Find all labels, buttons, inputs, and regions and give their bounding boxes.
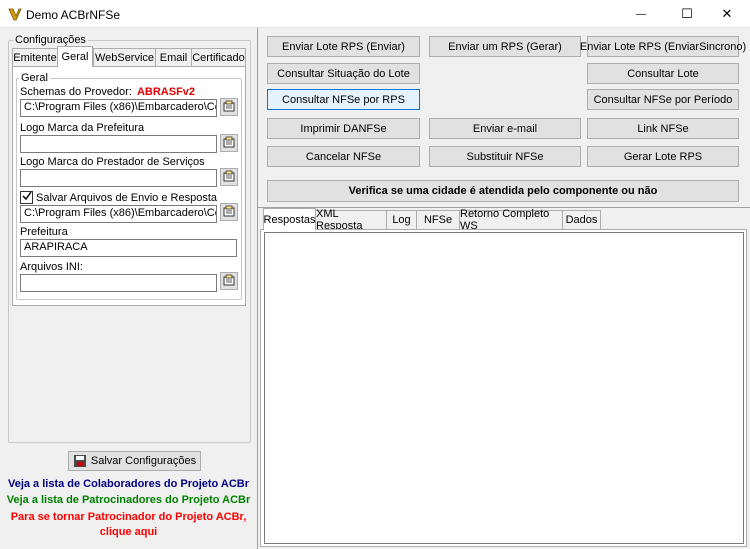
arquivos-ini-input[interactable] bbox=[20, 274, 217, 292]
tab-xml-resposta[interactable]: XML Resposta bbox=[315, 208, 387, 232]
save-config-button[interactable]: Salvar Configurações bbox=[68, 451, 201, 471]
tab-webservice[interactable]: WebService bbox=[93, 48, 156, 66]
tab-email[interactable]: Email bbox=[155, 48, 192, 66]
prefeitura-label: Prefeitura bbox=[20, 226, 68, 238]
imprimir-danfse-button[interactable]: Imprimir DANFSe bbox=[267, 118, 420, 139]
folder-icon bbox=[223, 170, 235, 185]
close-icon: ✕ bbox=[721, 6, 733, 21]
maximize-icon: ☐ bbox=[681, 6, 693, 21]
save-icon bbox=[73, 454, 87, 468]
tab-emitente[interactable]: Emitente bbox=[12, 48, 58, 66]
link-nfse-button[interactable]: Link NFSe bbox=[587, 118, 739, 139]
close-button[interactable]: ✕ bbox=[704, 0, 750, 28]
logo-prefeitura-label: Logo Marca da Prefeitura bbox=[20, 122, 145, 134]
title-bar: Demo ACBrNFSe — ☐ ✕ bbox=[0, 0, 750, 28]
enviar-lote-rps-button[interactable]: Enviar Lote RPS (Enviar) bbox=[267, 36, 420, 57]
gerar-lote-rps-button[interactable]: Gerar Lote RPS bbox=[587, 146, 739, 167]
verifica-cidade-button[interactable]: Verifica se uma cidade é atendida pelo c… bbox=[267, 180, 739, 202]
checkmark-icon bbox=[21, 191, 32, 204]
provider-name: ABRASFv2 bbox=[136, 86, 196, 98]
tab-nfse[interactable]: NFSe bbox=[416, 210, 460, 229]
consultar-nfse-periodo-button[interactable]: Consultar NFSe por Período bbox=[587, 89, 739, 110]
patrocinadores-link[interactable]: Veja a lista de Patrocinadores do Projet… bbox=[0, 494, 257, 506]
prefeitura-input[interactable]: ARAPIRACA bbox=[20, 239, 237, 257]
folder-icon bbox=[223, 100, 235, 115]
tab-geral[interactable]: Geral bbox=[57, 46, 93, 67]
enviar-email-button[interactable]: Enviar e-mail bbox=[429, 118, 581, 139]
enviar-um-rps-button[interactable]: Enviar um RPS (Gerar) bbox=[429, 36, 581, 57]
arquivos-ini-browse-button[interactable] bbox=[220, 272, 238, 290]
tab-log[interactable]: Log bbox=[386, 210, 417, 229]
window-title: Demo ACBrNFSe bbox=[26, 8, 121, 22]
geral-group-label: Geral bbox=[19, 72, 50, 84]
panel-splitter bbox=[257, 28, 258, 549]
tab-respostas[interactable]: Respostas bbox=[263, 208, 316, 230]
folder-icon bbox=[223, 205, 235, 220]
logo-prestador-browse-button[interactable] bbox=[220, 168, 238, 186]
logo-prefeitura-browse-button[interactable] bbox=[220, 134, 238, 152]
salvar-path-browse-button[interactable] bbox=[220, 203, 238, 221]
salvar-path-input[interactable]: C:\Program Files (x86)\Embarcadero\Compo… bbox=[20, 205, 217, 223]
schemas-path-input[interactable]: C:\Program Files (x86)\Embarcadero\Compo… bbox=[20, 99, 217, 117]
app-icon bbox=[7, 6, 23, 22]
cancelar-nfse-button[interactable]: Cancelar NFSe bbox=[267, 146, 420, 167]
tab-retorno-completo-ws[interactable]: Retorno Completo WS bbox=[459, 208, 563, 232]
schemas-label: Schemas do Provedor: ABRASFv2 bbox=[20, 86, 196, 98]
tornar-patrocinador-link-line2[interactable]: clique aqui bbox=[0, 526, 257, 538]
config-group-label: Configurações bbox=[13, 34, 88, 46]
logo-prefeitura-input[interactable] bbox=[20, 135, 217, 153]
tab-certificado[interactable]: Certificado bbox=[191, 48, 246, 66]
folder-icon bbox=[223, 136, 235, 151]
save-config-label: Salvar Configurações bbox=[90, 455, 197, 467]
consultar-lote-button[interactable]: Consultar Lote bbox=[587, 63, 739, 84]
logo-prestador-label: Logo Marca do Prestador de Serviços bbox=[20, 156, 205, 168]
substituir-nfse-button[interactable]: Substituir NFSe bbox=[429, 146, 581, 167]
tornar-patrocinador-link-line1[interactable]: Para se tornar Patrocinador do Projeto A… bbox=[0, 511, 257, 523]
salvar-arquivos-checkbox[interactable] bbox=[20, 191, 33, 204]
consultar-situacao-lote-button[interactable]: Consultar Situação do Lote bbox=[267, 63, 420, 84]
minimize-button[interactable]: — bbox=[618, 0, 664, 28]
salvar-arquivos-label: Salvar Arquivos de Envio e Resposta bbox=[36, 192, 217, 204]
tab-dados[interactable]: Dados bbox=[562, 210, 601, 229]
enviar-lote-sincrono-button[interactable]: Enviar Lote RPS (EnviarSincrono) bbox=[580, 36, 746, 57]
arquivos-ini-label: Arquivos INI: bbox=[20, 261, 83, 273]
colaboradores-link[interactable]: Veja a lista de Colaboradores do Projeto… bbox=[0, 478, 257, 490]
minimize-icon: — bbox=[636, 8, 646, 20]
respostas-memo[interactable] bbox=[264, 232, 744, 544]
folder-icon bbox=[223, 274, 235, 289]
logo-prestador-input[interactable] bbox=[20, 169, 217, 187]
consultar-nfse-rps-button[interactable]: Consultar NFSe por RPS bbox=[267, 89, 420, 110]
schemas-browse-button[interactable] bbox=[220, 98, 238, 116]
